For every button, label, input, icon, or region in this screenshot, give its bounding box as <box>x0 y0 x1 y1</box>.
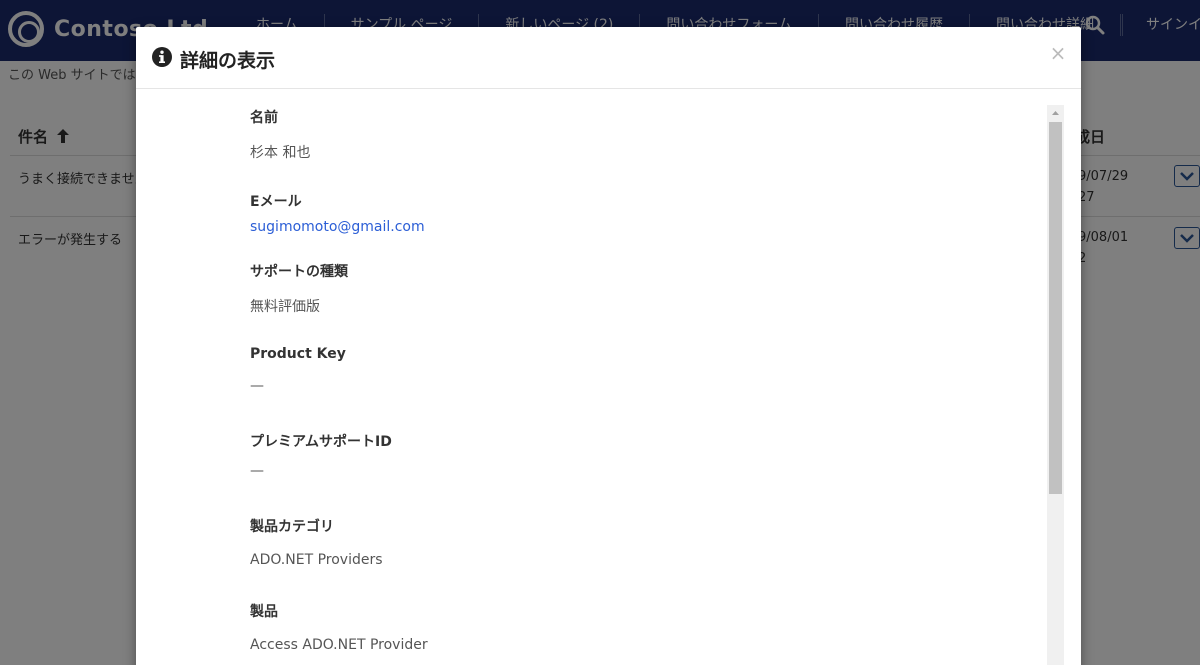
field-label-product-category: 製品カテゴリ <box>250 519 334 535</box>
details-modal: 詳細の表示 × 名前 杉本 和也 Eメール sugimomoto@gmail.c… <box>136 27 1081 665</box>
field-label-name: 名前 <box>250 110 278 126</box>
close-button[interactable]: × <box>1049 43 1067 63</box>
field-label-premium-support-id: プレミアムサポートID <box>250 434 392 450</box>
info-icon <box>152 47 172 67</box>
field-label-product-key: Product Key <box>250 346 346 362</box>
field-value-product-category: ADO.NET Providers <box>250 552 383 568</box>
scroll-up-arrow-icon[interactable] <box>1047 105 1064 121</box>
field-label-support-type: サポートの種類 <box>250 264 348 280</box>
field-label-product: 製品 <box>250 604 278 620</box>
field-value-name: 杉本 和也 <box>250 145 311 161</box>
field-label-email: Eメール <box>250 194 302 210</box>
field-value-support-type: 無料評価版 <box>250 299 320 315</box>
field-value-product-key: — <box>250 378 264 394</box>
modal-scrollbar[interactable] <box>1047 105 1064 665</box>
scrollbar-thumb[interactable] <box>1049 122 1062 494</box>
modal-body: 名前 杉本 和也 Eメール sugimomoto@gmail.com サポートの… <box>136 90 1081 665</box>
modal-header: 詳細の表示 × <box>136 27 1081 89</box>
field-value-premium-support-id: — <box>250 463 264 479</box>
modal-title: 詳細の表示 <box>180 50 276 72</box>
field-value-product: Access ADO.NET Provider <box>250 637 428 653</box>
field-value-email-link[interactable]: sugimomoto@gmail.com <box>250 219 425 235</box>
